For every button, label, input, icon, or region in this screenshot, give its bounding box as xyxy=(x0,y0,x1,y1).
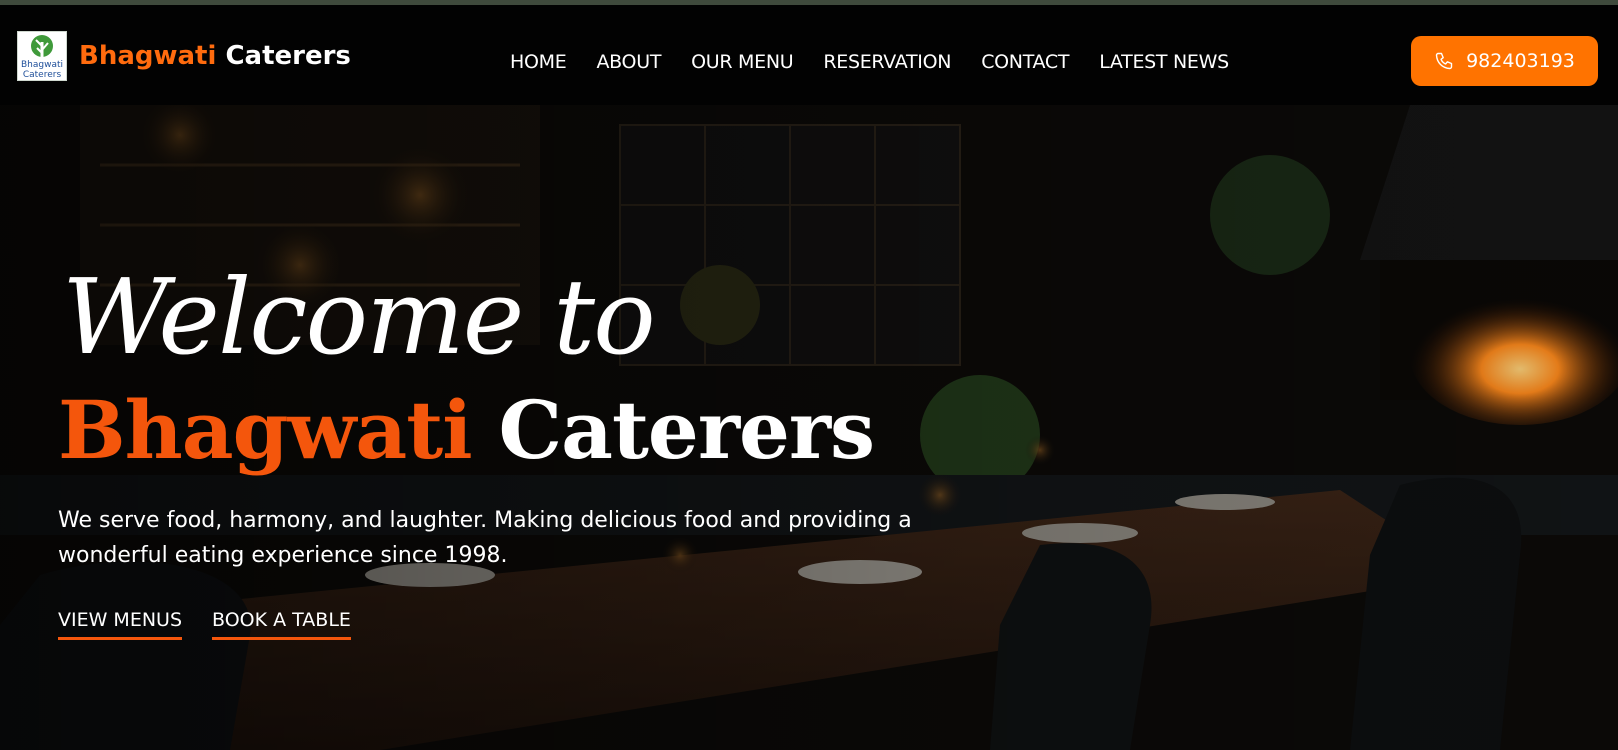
hero-title-part2: Caterers xyxy=(498,383,875,477)
nav-home[interactable]: HOME xyxy=(510,45,567,79)
logo-text-line1: Bhagwati xyxy=(21,60,63,70)
hero-section: Welcome to Bhagwati Caterers We serve fo… xyxy=(0,105,1618,750)
phone-number: 982403193 xyxy=(1466,50,1575,72)
nav-our-menu[interactable]: OUR MENU xyxy=(691,45,794,79)
brand-name-part2: Caterers xyxy=(225,41,351,71)
view-menus-link[interactable]: VIEW MENUS xyxy=(58,605,183,640)
brand-name-part1: Bhagwati xyxy=(79,41,217,71)
hero-tagline: We serve food, harmony, and laughter. Ma… xyxy=(58,508,912,568)
site-header: Bhagwati Caterers Bhagwati Caterers HOME… xyxy=(0,5,1618,105)
hero-title: Bhagwati Caterers xyxy=(58,375,875,485)
phone-icon xyxy=(1435,52,1453,70)
nav-latest-news[interactable]: LATEST NEWS xyxy=(1099,45,1229,79)
nav-reservation[interactable]: RESERVATION xyxy=(823,45,951,79)
nav-about[interactable]: ABOUT xyxy=(596,45,661,79)
phone-button[interactable]: 982403193 xyxy=(1411,36,1598,86)
nav-contact[interactable]: CONTACT xyxy=(981,45,1069,79)
book-a-table-link[interactable]: BOOK A TABLE xyxy=(212,605,351,640)
main-nav: HOME ABOUT OUR MENU RESERVATION CONTACT … xyxy=(510,45,1229,79)
brand-name[interactable]: Bhagwati Caterers xyxy=(79,36,351,76)
logo[interactable]: Bhagwati Caterers xyxy=(17,31,67,81)
logo-text-line2: Caterers xyxy=(23,70,62,80)
hero-welcome-text: Welcome to xyxy=(62,256,656,378)
hero-title-part1: Bhagwati xyxy=(58,383,473,477)
hero-cta-group: VIEW MENUS BOOK A TABLE xyxy=(58,605,351,640)
logo-tree-icon: Bhagwati Caterers xyxy=(21,35,63,80)
